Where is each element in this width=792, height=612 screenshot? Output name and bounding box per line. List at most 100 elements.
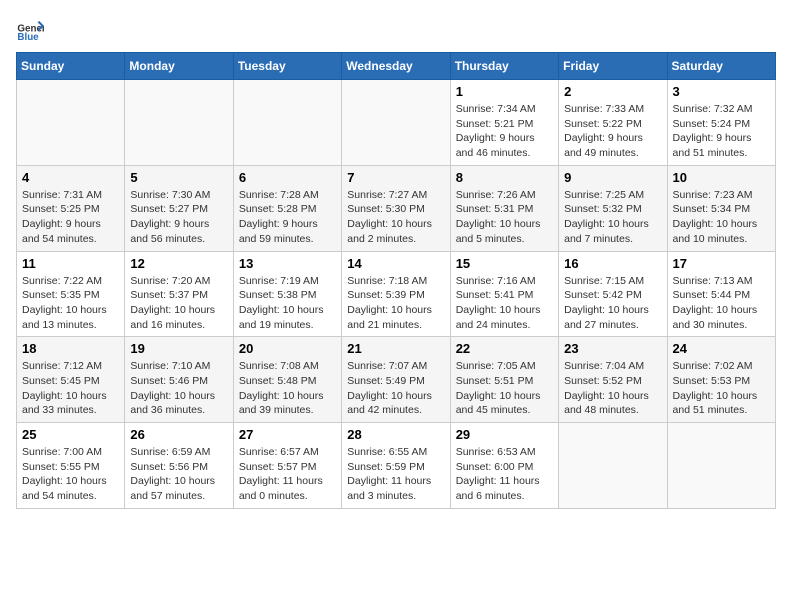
day-info: Sunrise: 7:25 AM Sunset: 5:32 PM Dayligh… <box>564 188 661 247</box>
calendar-cell: 5 Sunrise: 7:30 AM Sunset: 5:27 PM Daylig… <box>125 165 233 251</box>
day-number: 29 <box>456 427 553 442</box>
day-number: 21 <box>347 341 444 356</box>
day-info: Sunrise: 7:30 AM Sunset: 5:27 PM Dayligh… <box>130 188 227 247</box>
calendar-cell: 10 Sunrise: 7:23 AM Sunset: 5:34 PM Dayli… <box>667 165 775 251</box>
calendar-cell: 8Sunrise: 7:26 AM Sunset: 5:31 PM Daylig… <box>450 165 558 251</box>
calendar-cell <box>17 80 125 166</box>
calendar-cell: 25 Sunrise: 7:00 AM Sunset: 5:55 PM Dayli… <box>17 423 125 509</box>
day-number: 16 <box>564 256 661 271</box>
day-number: 27 <box>239 427 336 442</box>
calendar-cell: 27 Sunrise: 6:57 AM Sunset: 5:57 PM Dayli… <box>233 423 341 509</box>
day-number: 10 <box>673 170 770 185</box>
calendar-week-row: 18Sunrise: 7:12 AM Sunset: 5:45 PM Dayli… <box>17 337 776 423</box>
day-info: Sunrise: 7:15 AM Sunset: 5:42 PM Dayligh… <box>564 274 661 333</box>
header: General Blue <box>16 16 776 44</box>
day-number: 22 <box>456 341 553 356</box>
calendar-cell: 26 Sunrise: 6:59 AM Sunset: 5:56 PM Dayli… <box>125 423 233 509</box>
calendar-cell: 15 Sunrise: 7:16 AM Sunset: 5:41 PM Dayli… <box>450 251 558 337</box>
logo-icon: General Blue <box>16 16 44 44</box>
svg-text:Blue: Blue <box>17 32 39 43</box>
calendar-cell <box>559 423 667 509</box>
col-header-friday: Friday <box>559 53 667 80</box>
col-header-tuesday: Tuesday <box>233 53 341 80</box>
calendar-week-row: 11 Sunrise: 7:22 AM Sunset: 5:35 PM Dayli… <box>17 251 776 337</box>
day-info: Sunrise: 7:07 AM Sunset: 5:49 PM Dayligh… <box>347 359 444 418</box>
calendar-cell: 23 Sunrise: 7:04 AM Sunset: 5:52 PM Dayli… <box>559 337 667 423</box>
col-header-wednesday: Wednesday <box>342 53 450 80</box>
calendar-cell: 17 Sunrise: 7:13 AM Sunset: 5:44 PM Dayli… <box>667 251 775 337</box>
day-info: Sunrise: 7:10 AM Sunset: 5:46 PM Dayligh… <box>130 359 227 418</box>
col-header-thursday: Thursday <box>450 53 558 80</box>
day-info: Sunrise: 7:16 AM Sunset: 5:41 PM Dayligh… <box>456 274 553 333</box>
day-number: 4 <box>22 170 119 185</box>
day-number: 9 <box>564 170 661 185</box>
day-info: Sunrise: 6:59 AM Sunset: 5:56 PM Dayligh… <box>130 445 227 504</box>
day-number: 19 <box>130 341 227 356</box>
calendar-header-row: SundayMondayTuesdayWednesdayThursdayFrid… <box>17 53 776 80</box>
day-number: 18 <box>22 341 119 356</box>
day-number: 13 <box>239 256 336 271</box>
day-info: Sunrise: 7:04 AM Sunset: 5:52 PM Dayligh… <box>564 359 661 418</box>
day-number: 12 <box>130 256 227 271</box>
calendar-cell: 24 Sunrise: 7:02 AM Sunset: 5:53 PM Dayli… <box>667 337 775 423</box>
day-number: 7 <box>347 170 444 185</box>
day-number: 1 <box>456 84 553 99</box>
calendar-table: SundayMondayTuesdayWednesdayThursdayFrid… <box>16 52 776 509</box>
logo: General Blue <box>16 16 44 44</box>
calendar-cell: 6 Sunrise: 7:28 AM Sunset: 5:28 PM Daylig… <box>233 165 341 251</box>
day-info: Sunrise: 7:20 AM Sunset: 5:37 PM Dayligh… <box>130 274 227 333</box>
day-info: Sunrise: 7:19 AM Sunset: 5:38 PM Dayligh… <box>239 274 336 333</box>
day-number: 6 <box>239 170 336 185</box>
day-number: 3 <box>673 84 770 99</box>
calendar-cell: 21 Sunrise: 7:07 AM Sunset: 5:49 PM Dayli… <box>342 337 450 423</box>
day-info: Sunrise: 6:53 AM Sunset: 6:00 PM Dayligh… <box>456 445 553 504</box>
col-header-sunday: Sunday <box>17 53 125 80</box>
calendar-cell: 16 Sunrise: 7:15 AM Sunset: 5:42 PM Dayli… <box>559 251 667 337</box>
calendar-cell <box>125 80 233 166</box>
day-info: Sunrise: 7:22 AM Sunset: 5:35 PM Dayligh… <box>22 274 119 333</box>
calendar-cell: 11 Sunrise: 7:22 AM Sunset: 5:35 PM Dayli… <box>17 251 125 337</box>
day-number: 24 <box>673 341 770 356</box>
day-info: Sunrise: 7:27 AM Sunset: 5:30 PM Dayligh… <box>347 188 444 247</box>
calendar-cell: 22Sunrise: 7:05 AM Sunset: 5:51 PM Dayli… <box>450 337 558 423</box>
calendar-cell: 9 Sunrise: 7:25 AM Sunset: 5:32 PM Daylig… <box>559 165 667 251</box>
calendar-cell: 7 Sunrise: 7:27 AM Sunset: 5:30 PM Daylig… <box>342 165 450 251</box>
calendar-cell: 29 Sunrise: 6:53 AM Sunset: 6:00 PM Dayli… <box>450 423 558 509</box>
day-info: Sunrise: 7:02 AM Sunset: 5:53 PM Dayligh… <box>673 359 770 418</box>
col-header-saturday: Saturday <box>667 53 775 80</box>
day-number: 5 <box>130 170 227 185</box>
day-info: Sunrise: 7:08 AM Sunset: 5:48 PM Dayligh… <box>239 359 336 418</box>
day-number: 15 <box>456 256 553 271</box>
day-info: Sunrise: 7:26 AM Sunset: 5:31 PM Dayligh… <box>456 188 553 247</box>
day-number: 17 <box>673 256 770 271</box>
day-info: Sunrise: 7:00 AM Sunset: 5:55 PM Dayligh… <box>22 445 119 504</box>
day-info: Sunrise: 6:57 AM Sunset: 5:57 PM Dayligh… <box>239 445 336 504</box>
day-info: Sunrise: 7:13 AM Sunset: 5:44 PM Dayligh… <box>673 274 770 333</box>
day-number: 28 <box>347 427 444 442</box>
day-number: 14 <box>347 256 444 271</box>
calendar-week-row: 1 Sunrise: 7:34 AM Sunset: 5:21 PM Daylig… <box>17 80 776 166</box>
calendar-cell <box>233 80 341 166</box>
day-number: 25 <box>22 427 119 442</box>
day-info: Sunrise: 7:28 AM Sunset: 5:28 PM Dayligh… <box>239 188 336 247</box>
calendar-cell: 14 Sunrise: 7:18 AM Sunset: 5:39 PM Dayli… <box>342 251 450 337</box>
day-number: 11 <box>22 256 119 271</box>
calendar-cell <box>342 80 450 166</box>
calendar-cell: 1 Sunrise: 7:34 AM Sunset: 5:21 PM Daylig… <box>450 80 558 166</box>
calendar-cell: 28Sunrise: 6:55 AM Sunset: 5:59 PM Dayli… <box>342 423 450 509</box>
day-info: Sunrise: 7:23 AM Sunset: 5:34 PM Dayligh… <box>673 188 770 247</box>
day-info: Sunrise: 7:33 AM Sunset: 5:22 PM Dayligh… <box>564 102 661 161</box>
day-number: 2 <box>564 84 661 99</box>
calendar-cell <box>667 423 775 509</box>
day-number: 26 <box>130 427 227 442</box>
calendar-week-row: 25 Sunrise: 7:00 AM Sunset: 5:55 PM Dayli… <box>17 423 776 509</box>
calendar-cell: 19 Sunrise: 7:10 AM Sunset: 5:46 PM Dayli… <box>125 337 233 423</box>
day-info: Sunrise: 7:31 AM Sunset: 5:25 PM Dayligh… <box>22 188 119 247</box>
calendar-cell: 12 Sunrise: 7:20 AM Sunset: 5:37 PM Dayli… <box>125 251 233 337</box>
calendar-week-row: 4 Sunrise: 7:31 AM Sunset: 5:25 PM Daylig… <box>17 165 776 251</box>
calendar-cell: 13 Sunrise: 7:19 AM Sunset: 5:38 PM Dayli… <box>233 251 341 337</box>
day-number: 23 <box>564 341 661 356</box>
day-info: Sunrise: 7:34 AM Sunset: 5:21 PM Dayligh… <box>456 102 553 161</box>
day-info: Sunrise: 7:18 AM Sunset: 5:39 PM Dayligh… <box>347 274 444 333</box>
calendar-cell: 20Sunrise: 7:08 AM Sunset: 5:48 PM Dayli… <box>233 337 341 423</box>
